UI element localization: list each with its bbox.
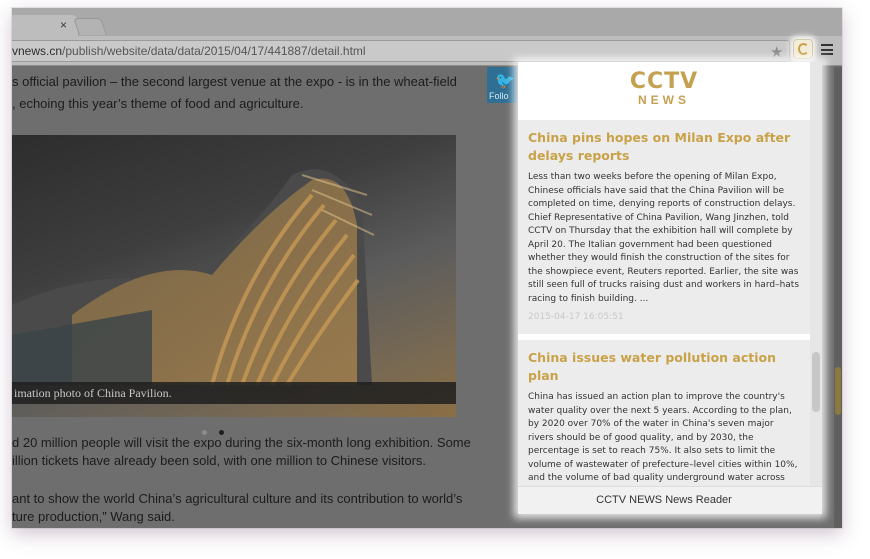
new-tab-button[interactable]	[73, 18, 107, 35]
news-item[interactable]: China issues water pollution action plan…	[518, 340, 810, 486]
address-bar[interactable]: vnews.cn/publish/website/data/data/2015/…	[12, 40, 790, 62]
url-path: /publish/website/data/data/2015/04/17/44…	[62, 44, 366, 58]
news-item[interactable]: China pins hopes on Milan Expo after del…	[518, 120, 810, 334]
photo-caption-bar: imation photo of China Pavilion.	[12, 382, 456, 404]
pavilion-photo[interactable]: imation photo of China Pavilion.	[12, 135, 456, 417]
popup-header: CCTV NEWS	[518, 62, 810, 120]
news-item-date: 2015-04-17 16:05:51	[528, 312, 624, 322]
tab-strip: ×	[12, 8, 842, 37]
article-text-line: d 20 million people will visit the expo …	[12, 435, 471, 450]
cctv-logo: CCTV	[629, 69, 699, 94]
page-scroll-thumb[interactable]	[835, 367, 841, 415]
news-item-title[interactable]: China issues water pollution action plan	[528, 349, 800, 385]
popup-scrollbar[interactable]	[810, 62, 822, 486]
article-text-line: , echoing this year’s theme of food and …	[12, 96, 304, 111]
twitter-bird-icon: 🐦	[495, 73, 515, 90]
cctv-extension-icon[interactable]	[793, 39, 813, 59]
photo-caption: imation photo of China Pavilion.	[14, 386, 172, 400]
twitter-follow-widget[interactable]: 🐦 Follo	[487, 67, 517, 103]
star-icon[interactable]: ★	[770, 43, 783, 61]
news-list[interactable]: China pins hopes on Milan Expo after del…	[518, 120, 810, 486]
url-host: vnews.cn	[12, 44, 63, 58]
news-item-body: Less than two weeks before the opening o…	[528, 172, 800, 304]
news-logo: NEWS	[638, 93, 690, 107]
close-icon[interactable]: ×	[60, 18, 67, 32]
tab-active[interactable]: ×	[12, 15, 78, 37]
pavilion-illustration	[12, 169, 375, 387]
news-item-title[interactable]: China pins hopes on Milan Expo after del…	[528, 129, 800, 165]
url-text[interactable]: vnews.cn/publish/website/data/data/2015/…	[12, 44, 366, 58]
footer-label: CCTV NEWS News Reader	[596, 494, 732, 506]
menu-icon[interactable]	[821, 44, 833, 55]
popup-scroll-thumb[interactable]	[812, 352, 820, 412]
page-scrollbar[interactable]	[834, 67, 842, 528]
extension-popup: CCTV NEWS China pins hopes on Milan Expo…	[518, 62, 822, 514]
article-text-line: s official pavilion – the second largest…	[12, 74, 457, 89]
twitter-follow-label: Follo	[489, 91, 509, 101]
news-item-body: China has issued an action plan to impro…	[528, 392, 798, 483]
article-text-line: illion tickets have already been sold, w…	[12, 453, 427, 468]
popup-footer: CCTV NEWS News Reader	[518, 486, 822, 514]
article-text-line: ant to show the world China’s agricultur…	[12, 491, 463, 506]
article-text-line: ture production,” Wang said.	[12, 509, 175, 524]
